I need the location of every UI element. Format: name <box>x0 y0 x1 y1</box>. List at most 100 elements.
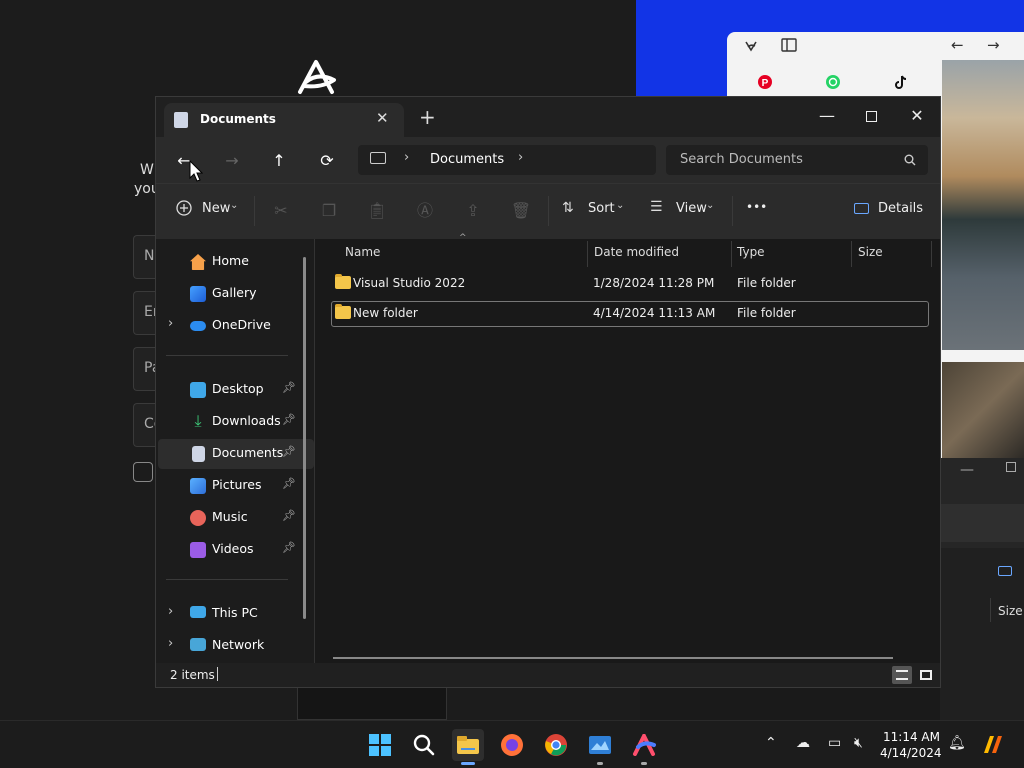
refresh-icon[interactable]: ⟳ <box>313 149 341 173</box>
chevron-right-icon[interactable]: › <box>168 636 173 651</box>
sidebar-item-gallery[interactable]: Gallery <box>158 279 314 309</box>
arc-logo-icon <box>298 60 336 94</box>
chevron-right-icon[interactable]: › <box>518 150 523 165</box>
forward-arrow-icon[interactable]: → <box>987 36 1000 54</box>
clock[interactable]: 11:14 AM 4/14/2024 <box>880 729 942 761</box>
network-icon <box>190 638 206 651</box>
address-bar[interactable]: › Documents › <box>358 145 656 175</box>
column-divider[interactable] <box>587 241 588 267</box>
sidebar-scrollbar[interactable] <box>303 257 306 619</box>
column-header-date[interactable]: Date modified <box>594 245 679 259</box>
pin-icon[interactable]: 📌︎ <box>282 445 296 458</box>
music-icon <box>190 510 206 526</box>
sidebar-item-network[interactable]: › Network <box>158 631 314 661</box>
browser-photo <box>942 362 1024 458</box>
pin-icon[interactable]: 📌︎ <box>282 541 296 554</box>
new-tab-icon[interactable]: + <box>419 107 436 127</box>
extension-icon[interactable] <box>743 38 759 58</box>
search-icon[interactable] <box>408 729 440 761</box>
sidebar-item-desktop[interactable]: Desktop 📌︎ <box>158 375 314 405</box>
sidebar-item-documents[interactable]: Documents 📌︎ <box>158 439 314 469</box>
minimize-button[interactable]: — <box>804 101 850 131</box>
delete-icon[interactable]: 🗑︎ <box>510 200 532 222</box>
sidebar-divider <box>166 579 288 580</box>
minimize-icon: — <box>960 462 974 478</box>
copilot-icon[interactable] <box>980 733 1004 757</box>
column-header-name[interactable]: Name <box>345 245 380 259</box>
search-input[interactable]: Search Documents <box>680 152 803 167</box>
toolbar-divider <box>548 196 549 226</box>
sidebar-item-videos[interactable]: Videos 📌︎ <box>158 535 314 565</box>
column-header-type[interactable]: Type <box>737 245 765 259</box>
chevron-right-icon[interactable]: › <box>168 604 173 619</box>
share-icon[interactable]: ⇪ <box>462 200 484 222</box>
close-tab-icon[interactable]: ✕ <box>376 109 389 127</box>
sidebar-item-label: Network <box>212 637 265 652</box>
column-divider[interactable] <box>731 241 732 267</box>
chrome-icon[interactable] <box>540 729 572 761</box>
column-header-size: Size <box>998 604 1023 618</box>
view-label: View <box>676 201 707 216</box>
new-label: New <box>202 201 231 216</box>
more-options-icon[interactable]: ••• <box>746 200 767 214</box>
pin-icon[interactable]: 📌︎ <box>282 477 296 490</box>
firefox-icon[interactable] <box>496 729 528 761</box>
toolbar-divider <box>254 196 255 226</box>
notification-bell-icon[interactable]: 🔔︎ <box>948 735 966 751</box>
status-bar: 2 items <box>156 663 940 687</box>
network-icon[interactable]: ▭ <box>828 735 841 751</box>
desktop-icon <box>190 382 206 398</box>
horizontal-scrollbar[interactable] <box>333 657 893 659</box>
pin-icon[interactable]: 📌︎ <box>282 381 296 394</box>
details-button[interactable]: Details <box>854 198 924 226</box>
cut-icon[interactable]: ✂ <box>270 200 292 222</box>
pin-icon[interactable]: 📌︎ <box>282 413 296 426</box>
copy-icon[interactable]: ❐ <box>318 200 340 222</box>
rename-icon[interactable]: Ⓐ <box>414 200 436 222</box>
column-divider[interactable] <box>851 241 852 267</box>
maximize-button[interactable] <box>848 101 894 131</box>
sidebar-item-pictures[interactable]: Pictures 📌︎ <box>158 471 314 501</box>
close-button[interactable]: ✕ <box>894 101 940 131</box>
paste-icon[interactable]: 📋︎ <box>366 200 388 222</box>
back-arrow-icon[interactable]: ← <box>951 36 964 54</box>
arc-icon[interactable] <box>628 729 660 765</box>
chevron-right-icon[interactable]: › <box>168 316 173 331</box>
clock-date: 4/14/2024 <box>880 746 942 760</box>
details-view-button[interactable] <box>892 666 912 684</box>
sort-button[interactable]: ⇅ Sort ⌄ <box>562 198 630 226</box>
new-button[interactable]: New ⌄ <box>176 198 264 226</box>
table-row[interactable]: Visual Studio 2022 1/28/2024 11:28 PM Fi… <box>331 271 929 297</box>
sidebar-item-onedrive[interactable]: › OneDrive <box>158 311 314 341</box>
sidebar-item-label: Desktop <box>212 381 264 396</box>
column-header-size[interactable]: Size <box>858 245 883 259</box>
view-button[interactable]: ☰ View ⌄ <box>650 198 720 226</box>
forward-icon[interactable]: → <box>218 149 246 173</box>
tab-documents[interactable]: Documents ✕ <box>164 103 404 137</box>
sidebar-item-downloads[interactable]: ⤓ Downloads 📌︎ <box>158 407 314 437</box>
windows-start-icon[interactable] <box>364 729 396 761</box>
pin-icon[interactable]: 📌︎ <box>282 509 296 522</box>
onedrive-icon <box>190 321 206 331</box>
running-indicator <box>641 762 647 765</box>
bg-checkbox[interactable] <box>133 462 153 482</box>
sidebar-toggle-icon[interactable] <box>781 38 797 56</box>
onedrive-offline-icon[interactable]: ☁ <box>796 735 810 751</box>
app-icon[interactable] <box>584 729 616 765</box>
folder-icon <box>335 274 351 289</box>
sidebar-item-home[interactable]: Home <box>158 247 314 277</box>
tiles-view-button[interactable] <box>916 666 936 684</box>
column-divider[interactable] <box>931 241 932 267</box>
clock-time: 11:14 AM <box>883 730 940 744</box>
search-icon <box>904 154 916 166</box>
table-row[interactable]: New folder 4/14/2024 11:13 AM File folde… <box>331 301 929 327</box>
up-icon[interactable]: ↑ <box>265 149 293 173</box>
breadcrumb-documents[interactable]: Documents <box>430 152 504 167</box>
sidebar-item-music[interactable]: Music 📌︎ <box>158 503 314 533</box>
sidebar-item-this-pc[interactable]: › This PC <box>158 599 314 629</box>
file-explorer-icon[interactable] <box>452 729 484 765</box>
search-box[interactable]: Search Documents <box>666 145 928 175</box>
volume-muted-icon[interactable]: 🔇︎ <box>854 735 863 751</box>
chevron-up-icon[interactable]: ⌃ <box>765 735 777 751</box>
sidebar-divider <box>166 355 288 356</box>
